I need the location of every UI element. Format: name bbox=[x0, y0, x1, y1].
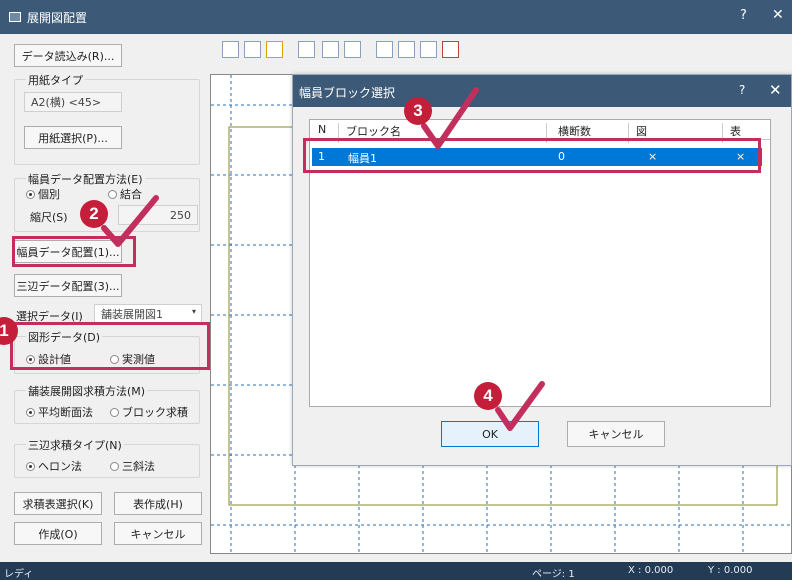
col-figure: 図 bbox=[636, 125, 647, 138]
dialog-titlebar: 幅員ブロック選択 ? ✕ bbox=[293, 75, 791, 107]
zoom-fit-icon[interactable] bbox=[244, 41, 261, 58]
page-icon[interactable] bbox=[298, 41, 315, 58]
radio-dot bbox=[26, 461, 35, 471]
view-toolbar bbox=[210, 34, 792, 74]
radio-label: 三斜法 bbox=[122, 460, 155, 473]
chevron-down-icon: ▾ bbox=[191, 307, 196, 316]
col-n: N bbox=[318, 123, 327, 136]
next-page-icon[interactable] bbox=[344, 41, 361, 58]
table-create-button[interactable]: 表作成(H) bbox=[114, 492, 202, 515]
select-data-dropdown[interactable]: 舗装展開図1 ▾ bbox=[94, 304, 202, 324]
settings-pane: データ読込み(R)... 用紙タイプ A2(横) <45> 用紙選択(P)...… bbox=[0, 34, 210, 562]
check-mark-3 bbox=[421, 87, 479, 149]
dialog-cancel-button[interactable]: キャンセル bbox=[567, 421, 665, 447]
radio-slope[interactable]: 三斜法 bbox=[110, 458, 155, 474]
radio-dot bbox=[26, 189, 35, 199]
col-block-name: ブロック名 bbox=[346, 125, 401, 138]
window-titlebar: 展開図配置 ? ✕ bbox=[0, 0, 792, 34]
select-data-value: 舗装展開図1 bbox=[101, 308, 163, 321]
tri-type-label: 三辺求積タイプ(N) bbox=[26, 437, 124, 453]
radio-label: ヘロン法 bbox=[38, 460, 82, 473]
bulb-icon[interactable] bbox=[266, 41, 283, 58]
grid-header: N ブロック名 横断数 図 表 bbox=[310, 120, 770, 143]
radio-dot bbox=[110, 407, 119, 417]
zoom-icon[interactable] bbox=[222, 41, 239, 58]
step-badge-4: 4 bbox=[474, 382, 502, 410]
paper-type-field: A2(横) <45> bbox=[24, 92, 122, 112]
window-title: 展開図配置 bbox=[27, 11, 88, 25]
area-method-label: 舗装展開図求積方法(M) bbox=[26, 383, 148, 399]
help-button[interactable]: ? bbox=[740, 8, 747, 23]
cancel-button[interactable]: キャンセル bbox=[114, 522, 202, 545]
radio-dot bbox=[26, 407, 35, 417]
radio-label: 平均断面法 bbox=[38, 406, 93, 419]
layout-icon-2[interactable] bbox=[398, 41, 415, 58]
area-table-button[interactable]: 求積表選択(K) bbox=[14, 492, 102, 515]
layout-icon-3[interactable] bbox=[420, 41, 437, 58]
close-icon[interactable]: ✕ bbox=[772, 7, 784, 23]
status-ready: レディ bbox=[4, 569, 34, 580]
status-x: X : 0.000 bbox=[628, 565, 674, 576]
col-cross-count: 横断数 bbox=[558, 125, 591, 138]
prev-page-icon[interactable] bbox=[322, 41, 339, 58]
check-mark-4 bbox=[495, 381, 545, 431]
highlight-shape-data bbox=[10, 322, 210, 370]
dialog-close-icon[interactable]: ✕ bbox=[769, 81, 782, 99]
app-icon bbox=[9, 12, 21, 22]
dialog-help-button[interactable]: ? bbox=[739, 83, 745, 97]
status-page: ページ: 1 bbox=[532, 569, 575, 580]
scale-label: 縮尺(S) bbox=[30, 211, 68, 224]
dialog-title: 幅員ブロック選択 bbox=[299, 86, 396, 100]
radio-label: 個別 bbox=[38, 188, 60, 201]
paper-type-label: 用紙タイプ bbox=[26, 72, 85, 88]
radio-individual[interactable]: 個別 bbox=[26, 186, 60, 202]
check-mark-2 bbox=[101, 195, 159, 247]
radio-dot bbox=[110, 461, 119, 471]
radio-block-area[interactable]: ブロック求積 bbox=[110, 404, 188, 420]
radio-avg-section[interactable]: 平均断面法 bbox=[26, 404, 93, 420]
paper-select-button[interactable]: 用紙選択(P)... bbox=[24, 126, 122, 149]
radio-label: ブロック求積 bbox=[122, 406, 188, 419]
status-bar: レディ ページ: 1 X : 0.000 Y : 0.000 bbox=[0, 562, 792, 580]
grid-icon[interactable] bbox=[442, 41, 459, 58]
col-table: 表 bbox=[730, 125, 741, 138]
radio-heron[interactable]: ヘロン法 bbox=[26, 458, 82, 474]
tri-place-button[interactable]: 三辺データ配置(3)... bbox=[14, 274, 122, 297]
create-button[interactable]: 作成(O) bbox=[14, 522, 102, 545]
read-data-button[interactable]: データ読込み(R)... bbox=[14, 44, 122, 67]
layout-icon-1[interactable] bbox=[376, 41, 393, 58]
step-badge-3: 3 bbox=[404, 97, 432, 125]
step-badge-2: 2 bbox=[80, 200, 108, 228]
width-method-label: 幅員データ配置方法(E) bbox=[26, 171, 145, 187]
status-y: Y : 0.000 bbox=[708, 565, 753, 576]
highlight-grid-row bbox=[303, 138, 761, 173]
